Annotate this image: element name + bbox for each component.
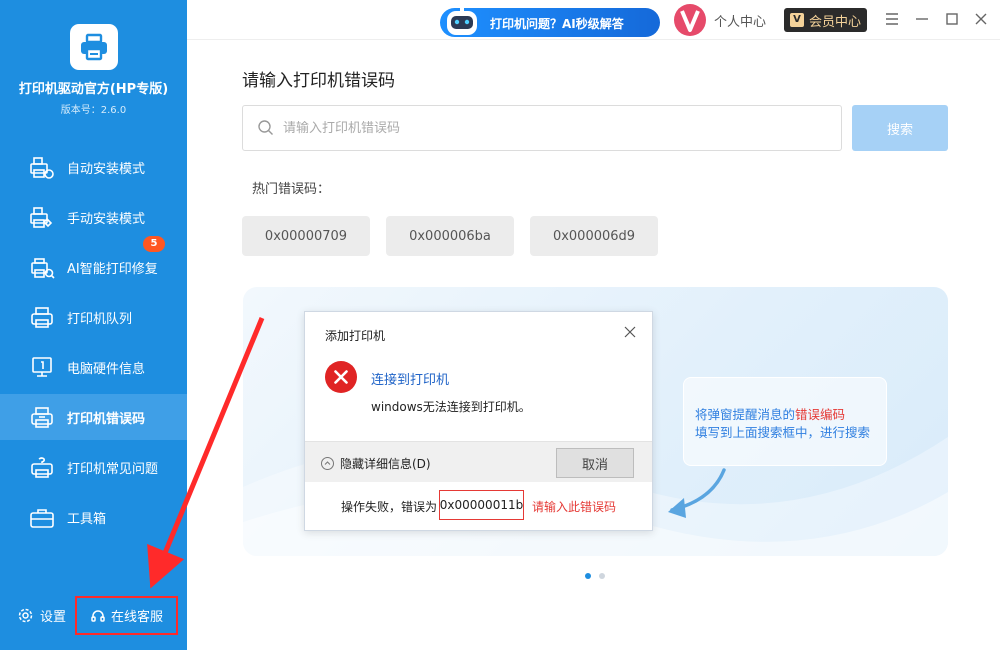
hide-details-toggle: 隐藏详细信息(D): [321, 455, 431, 472]
printer-error-icon: [31, 407, 53, 428]
ai-answer-label: 打印机问题？AI秒级解答: [490, 17, 624, 31]
hide-details-label: 隐藏详细信息(D): [340, 457, 431, 471]
toolbox-icon: [30, 509, 54, 528]
dialog-error-hint: 请输入此错误码: [532, 500, 617, 514]
error-icon: [325, 361, 357, 393]
error-dialog-example: 添加打印机 连接到打印机 windows无法连接到打印机。 隐藏详细信息(D) …: [304, 311, 653, 531]
printer-logo-icon: [81, 33, 107, 61]
sidebar-item-manual-install[interactable]: 手动安装模式: [0, 194, 187, 240]
dialog-title: 添加打印机: [325, 329, 386, 343]
sidebar-item-label: 手动安装模式: [67, 212, 146, 227]
auto-install-icon: [30, 157, 54, 179]
search-button[interactable]: 搜索: [852, 105, 948, 151]
tip-line-2: 填写到上面搜索框中，进行搜索: [695, 425, 871, 440]
sidebar-item-label: 打印机常见问题: [67, 462, 159, 477]
sidebar-item-hardware-info[interactable]: 电脑硬件信息: [0, 344, 187, 390]
dialog-heading: 连接到打印机: [371, 373, 450, 388]
sidebar-item-toolbox[interactable]: 工具箱: [0, 494, 187, 540]
tip-line-1: 将弹窗提醒消息的错误编码: [695, 404, 845, 423]
dialog-status-text: 操作失败，错误为: [341, 500, 438, 514]
sidebar-item-label: 自动安装模式: [67, 162, 146, 177]
manual-install-icon: [30, 207, 53, 228]
search-box: [242, 105, 842, 151]
profile-link[interactable]: 个人中心: [714, 11, 766, 30]
ai-repair-icon: [31, 258, 55, 279]
hot-code-chip[interactable]: 0x000006ba: [386, 216, 514, 256]
settings-button[interactable]: 设置: [17, 606, 66, 625]
dialog-button-bar: 隐藏详细信息(D) 取消: [305, 441, 652, 482]
carousel-dot[interactable]: [599, 573, 605, 579]
dialog-cancel-button: 取消: [556, 448, 634, 478]
vip-center-button[interactable]: V 会员中心: [784, 8, 867, 32]
settings-label: 设置: [40, 610, 67, 625]
online-support-label: 在线客服: [110, 610, 163, 625]
notification-badge: 5: [143, 236, 165, 252]
hot-codes-label: 热门错误码：: [252, 182, 331, 197]
robot-icon: [447, 6, 477, 35]
user-avatar[interactable]: [673, 3, 707, 37]
app-logo: [70, 24, 118, 70]
hardware-info-icon: [32, 357, 52, 377]
dialog-error-code: 0x00000011b: [439, 490, 524, 520]
headset-icon: [91, 609, 105, 622]
vip-center-label: 会员中心: [809, 14, 862, 30]
sidebar-item-printer-error-code[interactable]: 打印机错误码: [0, 394, 187, 440]
header-divider: [187, 39, 1000, 40]
dialog-close-icon: [624, 326, 636, 338]
search-icon: [258, 120, 273, 135]
tip-highlight: 错误编码: [795, 407, 846, 422]
vip-badge-icon: V: [790, 13, 804, 27]
hot-code-chip[interactable]: 0x00000709: [242, 216, 370, 256]
sidebar-item-auto-install[interactable]: 自动安装模式: [0, 144, 187, 190]
sidebar-item-label: 电脑硬件信息: [67, 362, 146, 377]
printer-queue-icon: [31, 307, 53, 328]
app-version: 版本号：2.6.0: [60, 105, 127, 116]
online-support-button[interactable]: 在线客服: [75, 596, 178, 635]
dialog-message: windows无法连接到打印机。: [371, 400, 531, 414]
minimize-icon[interactable]: [913, 10, 931, 28]
sidebar-item-printer-queue[interactable]: 打印机队列: [0, 294, 187, 340]
chevron-up-icon: [321, 457, 334, 470]
tip-line-1-prefix: 将弹窗提醒消息的: [695, 407, 796, 422]
printer-faq-icon: [31, 457, 53, 478]
sidebar-item-label: 打印机队列: [67, 312, 133, 327]
ai-answer-button[interactable]: 打印机问题？AI秒级解答: [440, 6, 660, 37]
maximize-icon[interactable]: [943, 10, 961, 28]
hot-code-chip[interactable]: 0x000006d9: [530, 216, 658, 256]
tip-card: 将弹窗提醒消息的错误编码 填写到上面搜索框中，进行搜索: [683, 377, 887, 466]
page-title: 请输入打印机错误码: [242, 71, 395, 91]
app-name: 打印机驱动官方(HP专版): [18, 82, 169, 97]
sidebar-item-label: 工具箱: [67, 512, 107, 527]
search-input[interactable]: [283, 120, 823, 136]
close-icon[interactable]: [972, 10, 990, 28]
menu-icon[interactable]: [883, 10, 901, 28]
sidebar-item-label: AI智能打印修复: [67, 262, 158, 277]
sidebar-item-label: 打印机错误码: [67, 412, 146, 427]
gear-icon: [18, 608, 33, 623]
sidebar-item-printer-faq[interactable]: 打印机常见问题: [0, 444, 187, 490]
sidebar: 打印机驱动官方(HP专版) 版本号：2.6.0 自动安装模式 手动安装模式 AI…: [0, 0, 187, 650]
carousel-dot-active[interactable]: [585, 573, 591, 579]
